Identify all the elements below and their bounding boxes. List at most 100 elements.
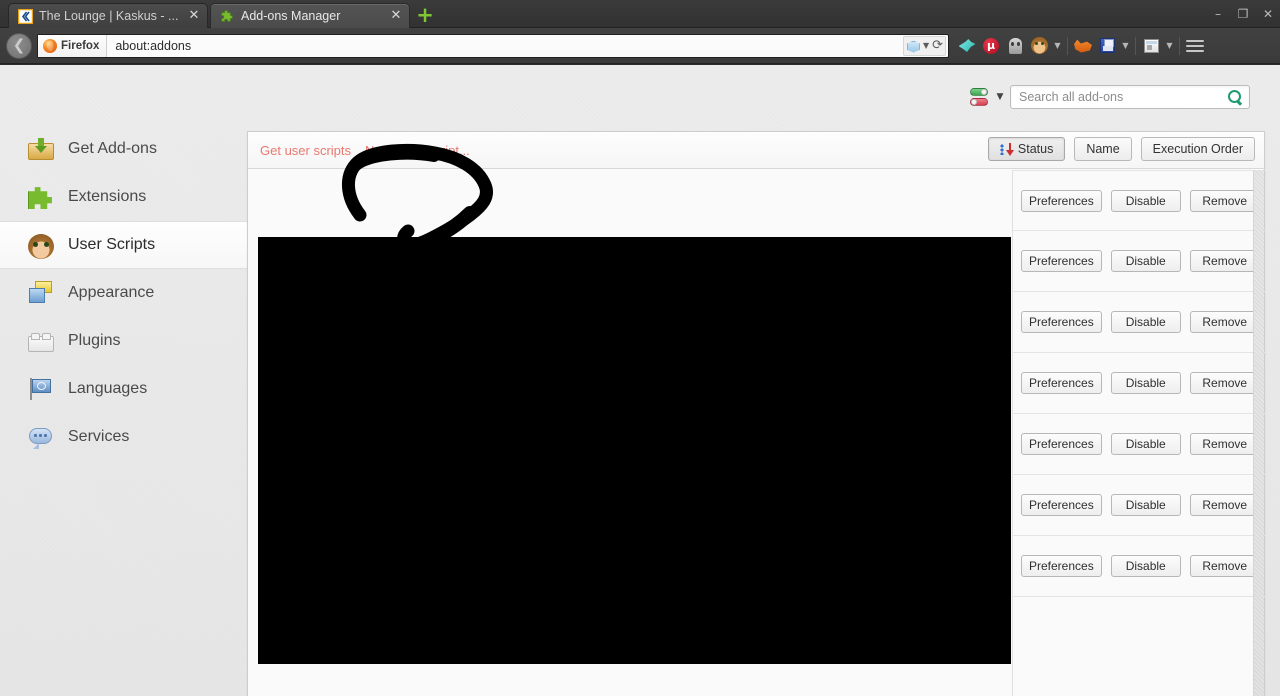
disable-button[interactable]: Disable bbox=[1110, 189, 1181, 212]
sort-descending-icon bbox=[999, 142, 1014, 156]
chevron-down-icon[interactable]: ▼ bbox=[1163, 32, 1176, 60]
plugins-icon bbox=[28, 332, 54, 352]
back-button[interactable]: ❮ bbox=[6, 32, 32, 59]
fox-extension-icon[interactable] bbox=[1071, 32, 1095, 60]
sort-button-label: Name bbox=[1086, 142, 1120, 156]
identity-label: Firefox bbox=[61, 39, 100, 52]
teal-star-icon[interactable] bbox=[955, 32, 979, 60]
search-input[interactable] bbox=[1019, 90, 1228, 104]
addons-puzzle-favicon bbox=[219, 8, 235, 24]
panel-header: Get user scripts New User Script... Stat… bbox=[248, 132, 1264, 169]
disable-button[interactable]: Disable bbox=[1110, 311, 1181, 333]
firefox-logo-icon bbox=[43, 38, 57, 53]
close-icon[interactable]: ✕ bbox=[187, 9, 201, 23]
sort-by-status-button[interactable]: Status bbox=[987, 137, 1066, 161]
remove-button[interactable]: Remove bbox=[1189, 250, 1260, 272]
close-icon[interactable]: ✕ bbox=[389, 9, 403, 23]
preferences-button[interactable]: Preferences bbox=[1021, 433, 1102, 455]
disable-button[interactable]: Disable bbox=[1110, 372, 1181, 394]
address-bar[interactable]: Firefox about:addons ▼ ⟳ bbox=[37, 33, 949, 58]
sidebar-item-label: Appearance bbox=[68, 284, 155, 301]
sidebar-item-user-scripts[interactable]: User Scripts bbox=[0, 221, 248, 269]
toolbar-icons: µ ▼ ▼ ▼ bbox=[955, 28, 1207, 64]
services-chat-icon bbox=[28, 424, 54, 450]
window-controls: – ❐ ✕ bbox=[1212, 0, 1274, 28]
preferences-button[interactable]: Preferences bbox=[1021, 311, 1102, 333]
table-row: Preferences Disable Remove bbox=[1013, 231, 1265, 292]
remove-button[interactable]: Remove bbox=[1189, 555, 1260, 577]
sidebar-item-get-addons[interactable]: Get Add-ons bbox=[0, 125, 248, 173]
disable-button[interactable]: Disable bbox=[1110, 555, 1181, 577]
sort-by-name-button[interactable]: Name bbox=[1074, 137, 1132, 161]
table-row: Preferences Disable Remove bbox=[1013, 353, 1265, 414]
sidebar-item-label: User Scripts bbox=[68, 236, 156, 253]
new-tab-button[interactable]: + bbox=[416, 5, 434, 26]
url-text[interactable]: about:addons bbox=[107, 39, 191, 53]
close-window-button[interactable]: ✕ bbox=[1262, 8, 1274, 20]
preferences-button[interactable]: Preferences bbox=[1021, 250, 1102, 272]
hamburger-menu-icon[interactable] bbox=[1183, 32, 1207, 60]
addons-top-controls: ▼ bbox=[968, 85, 1250, 109]
sidebar-item-appearance[interactable]: Appearance bbox=[0, 269, 248, 317]
sidebar-item-extensions[interactable]: Extensions bbox=[0, 173, 248, 221]
extensions-puzzle-icon bbox=[28, 187, 52, 209]
disable-button[interactable]: Disable bbox=[1110, 494, 1181, 516]
preferences-button[interactable]: Preferences bbox=[1021, 189, 1102, 212]
greasemonkey-icon[interactable] bbox=[1027, 32, 1051, 60]
get-user-scripts-link[interactable]: Get user scripts bbox=[260, 143, 351, 158]
preferences-button[interactable]: Preferences bbox=[1021, 372, 1102, 394]
chevron-down-icon[interactable]: ▼ bbox=[1051, 32, 1064, 60]
chevron-down-icon[interactable]: ▼ bbox=[1119, 32, 1132, 60]
search-all-addons-box[interactable] bbox=[1010, 85, 1250, 109]
reload-icon[interactable]: ⟳ bbox=[932, 39, 943, 52]
remove-button[interactable]: Remove bbox=[1189, 311, 1260, 333]
toolbar-divider bbox=[1067, 36, 1068, 55]
sort-button-label: Execution Order bbox=[1152, 142, 1243, 156]
chevron-down-icon[interactable]: ▼ bbox=[923, 41, 929, 50]
addons-manager-page: ▼ Get Add-ons Extensions User Scripts bbox=[0, 65, 1280, 696]
user-scripts-list-panel: Get user scripts New User Script... Stat… bbox=[247, 131, 1265, 696]
disable-button[interactable]: Disable bbox=[1110, 250, 1181, 272]
black-rendering-artifact-region bbox=[258, 237, 1011, 664]
remove-button[interactable]: Remove bbox=[1189, 494, 1260, 516]
vertical-scrollbar[interactable] bbox=[1253, 170, 1264, 696]
utorrent-icon[interactable]: µ bbox=[979, 32, 1003, 60]
save-floppy-icon[interactable] bbox=[1095, 32, 1119, 60]
identity-box[interactable]: Firefox bbox=[38, 34, 108, 57]
sort-by-execution-order-button[interactable]: Execution Order bbox=[1140, 137, 1255, 161]
tab-title: Add-ons Manager bbox=[241, 9, 341, 23]
sort-button-label: Status bbox=[1017, 142, 1054, 156]
table-row: Preferences Disable Remove bbox=[1013, 414, 1265, 475]
tab-title: The Lounge | Kaskus - ... bbox=[39, 9, 179, 23]
sidebar-item-languages[interactable]: Languages bbox=[0, 365, 248, 413]
navigation-toolbar: ❮ Firefox about:addons ▼ ⟳ µ ▼ ▼ ▼ bbox=[0, 28, 1280, 64]
browser-tab-addons-manager[interactable]: Add-ons Manager ✕ bbox=[210, 3, 410, 28]
cube-icon[interactable] bbox=[906, 39, 920, 53]
chevron-down-icon[interactable]: ▼ bbox=[994, 92, 1006, 102]
sidebar-item-label: Languages bbox=[68, 380, 148, 397]
remove-button[interactable]: Remove bbox=[1189, 433, 1260, 455]
sort-buttons: Status Name Execution Order bbox=[987, 137, 1255, 161]
preferences-button[interactable]: Preferences bbox=[1021, 494, 1102, 516]
minimize-button[interactable]: – bbox=[1212, 8, 1224, 20]
remove-button[interactable]: Remove bbox=[1189, 372, 1260, 394]
sidebar-item-services[interactable]: Services bbox=[0, 413, 248, 461]
panel-window-icon[interactable] bbox=[1139, 32, 1163, 60]
greasemonkey-enable-toggle[interactable] bbox=[968, 86, 990, 108]
search-icon[interactable] bbox=[1228, 89, 1243, 105]
toolbar-divider bbox=[1135, 36, 1136, 55]
sidebar-item-plugins[interactable]: Plugins bbox=[0, 317, 248, 365]
browser-window: The Lounge | Kaskus - ... ✕ Add-ons Mana… bbox=[0, 0, 1280, 696]
maximize-button[interactable]: ❐ bbox=[1237, 8, 1249, 20]
disable-button[interactable]: Disable bbox=[1110, 433, 1181, 455]
user-scripts-monkey-icon bbox=[28, 233, 54, 259]
script-action-rows: Preferences Disable Remove Preferences D… bbox=[1012, 170, 1265, 696]
kaskus-favicon bbox=[17, 8, 33, 24]
new-user-script-link[interactable]: New User Script... bbox=[365, 143, 470, 158]
browser-tab-kaskus[interactable]: The Lounge | Kaskus - ... ✕ bbox=[8, 3, 208, 28]
remove-button[interactable]: Remove bbox=[1189, 189, 1260, 212]
ghostery-ghost-icon[interactable] bbox=[1003, 32, 1027, 60]
table-row: Preferences Disable Remove bbox=[1013, 292, 1265, 353]
sidebar-item-label: Services bbox=[68, 428, 130, 445]
preferences-button[interactable]: Preferences bbox=[1021, 555, 1102, 577]
